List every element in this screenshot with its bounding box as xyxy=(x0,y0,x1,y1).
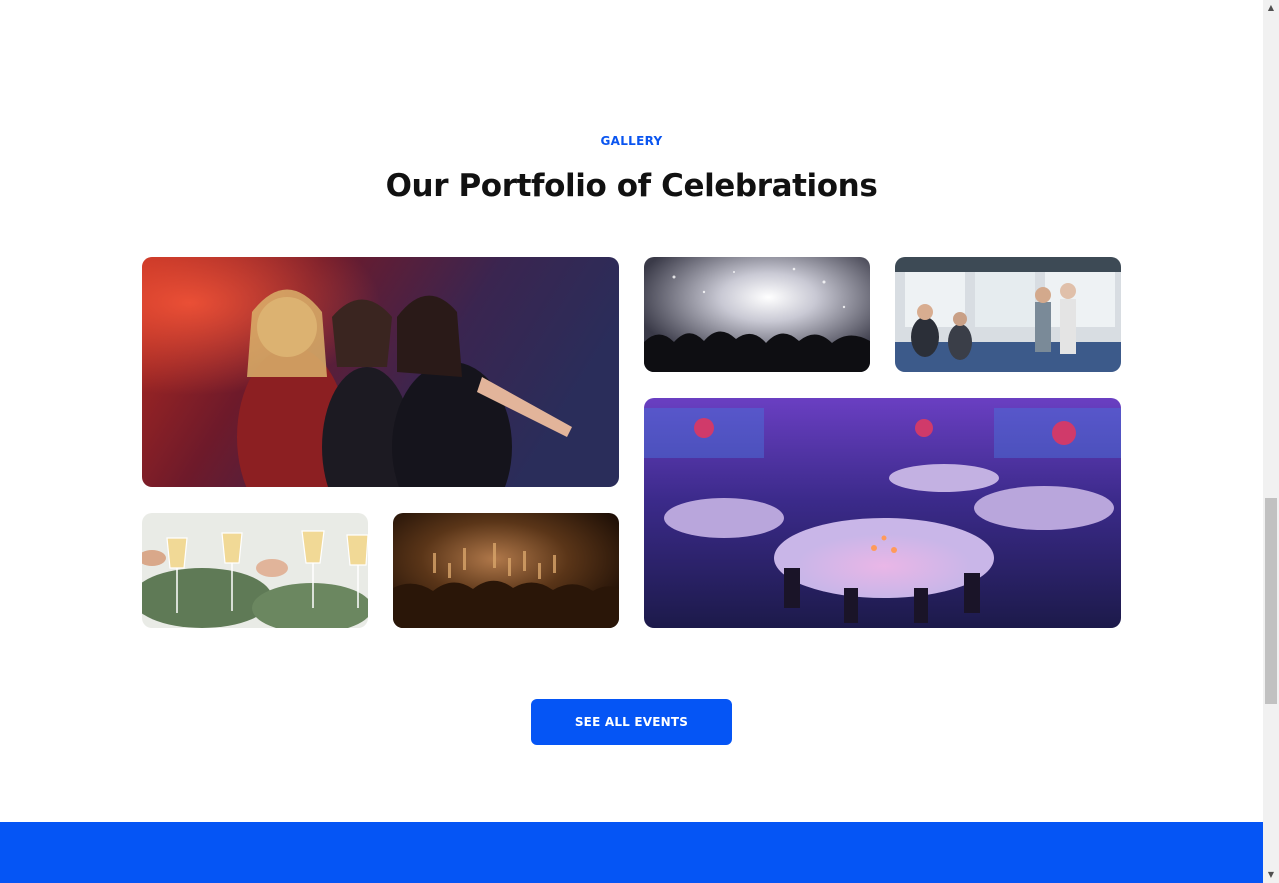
arrow-down-icon[interactable]: ▼ xyxy=(1263,867,1279,883)
gallery-image-concert-confetti[interactable] xyxy=(644,257,870,372)
gallery-image-banquet-hall[interactable] xyxy=(644,398,1121,628)
see-all-events-button[interactable]: SEE ALL EVENTS xyxy=(531,699,732,745)
concert-confetti-photo xyxy=(644,257,870,372)
gallery-image-champagne-toast[interactable] xyxy=(142,513,368,628)
banquet-hall-photo xyxy=(644,398,1121,628)
gallery-image-business-presentation[interactable] xyxy=(895,257,1121,372)
gallery-image-dancing-friends[interactable] xyxy=(142,257,619,487)
page-scrollbar[interactable]: ▲ ▼ xyxy=(1263,0,1279,883)
champagne-toast-photo xyxy=(142,513,368,628)
concert-audience-photo xyxy=(393,513,619,628)
footer-band xyxy=(0,822,1263,883)
gallery-section: GALLERY Our Portfolio of Celebrations SE… xyxy=(0,0,1263,883)
section-eyebrow: GALLERY xyxy=(600,134,663,148)
scrollbar-thumb[interactable] xyxy=(1265,498,1277,704)
section-title: Our Portfolio of Celebrations xyxy=(385,168,878,204)
business-presentation-photo xyxy=(895,257,1121,372)
gallery-image-concert-audience[interactable] xyxy=(393,513,619,628)
dancing-friends-photo xyxy=(142,257,619,487)
arrow-up-icon[interactable]: ▲ xyxy=(1263,0,1279,16)
